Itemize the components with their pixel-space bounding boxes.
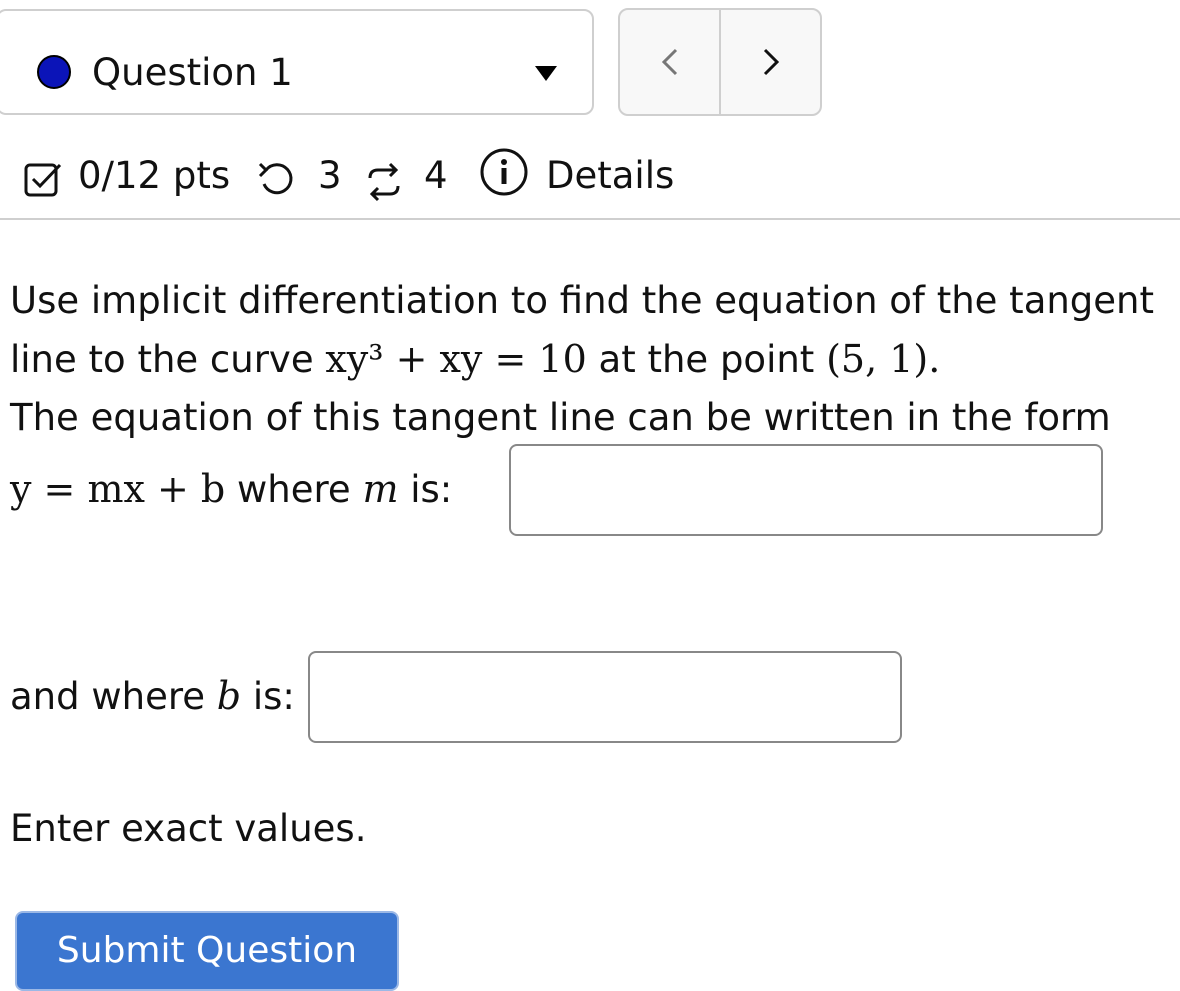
question-prompt: Use implicit differentiation to find the… (10, 272, 1175, 447)
attempts-cycle-icon (368, 162, 400, 202)
b-prompt: and where b is: (10, 667, 295, 726)
curve-equation: xy³ + xy = 10 (325, 337, 587, 381)
instruction-text: Enter exact values. (10, 807, 367, 850)
and-where-text: and where (10, 675, 206, 718)
b-variable: b (216, 674, 242, 718)
question-status-dot (37, 55, 71, 89)
point-coordinates: (5, 1). (826, 337, 941, 381)
question-status-bar: 0/12 pts 3 4 Details (0, 140, 1180, 220)
submit-question-button[interactable]: Submit Question (15, 911, 399, 991)
checkbox-check-icon (24, 163, 62, 197)
intercept-b-input[interactable] (308, 651, 902, 743)
points-score: 0/12 pts (78, 154, 231, 197)
chevron-left-icon (661, 48, 677, 76)
previous-question-button[interactable] (620, 10, 719, 114)
question-select-label: Question 1 (92, 51, 293, 94)
at-point-text: at the point (598, 338, 815, 381)
retries-count: 3 (318, 154, 342, 197)
info-icon[interactable] (478, 146, 530, 198)
retry-icon (258, 162, 293, 195)
m-prompt: y = mx + b where m is: (10, 460, 452, 519)
m-is-label: is: (410, 468, 453, 511)
b-is-label: is: (252, 675, 295, 718)
question-select[interactable]: Question 1 (0, 9, 594, 115)
chevron-right-icon (763, 48, 779, 76)
form-text: The equation of this tangent line can be… (10, 396, 1111, 439)
details-link[interactable]: Details (546, 152, 674, 200)
m-variable: m (362, 467, 399, 511)
dropdown-caret-icon (535, 66, 557, 81)
attempts-count: 4 (424, 154, 448, 197)
next-question-button[interactable] (719, 10, 820, 114)
question-nav (618, 8, 822, 116)
form-equation: y = mx + b (10, 467, 226, 511)
slope-m-input[interactable] (509, 444, 1103, 536)
where-text: where (237, 468, 351, 511)
